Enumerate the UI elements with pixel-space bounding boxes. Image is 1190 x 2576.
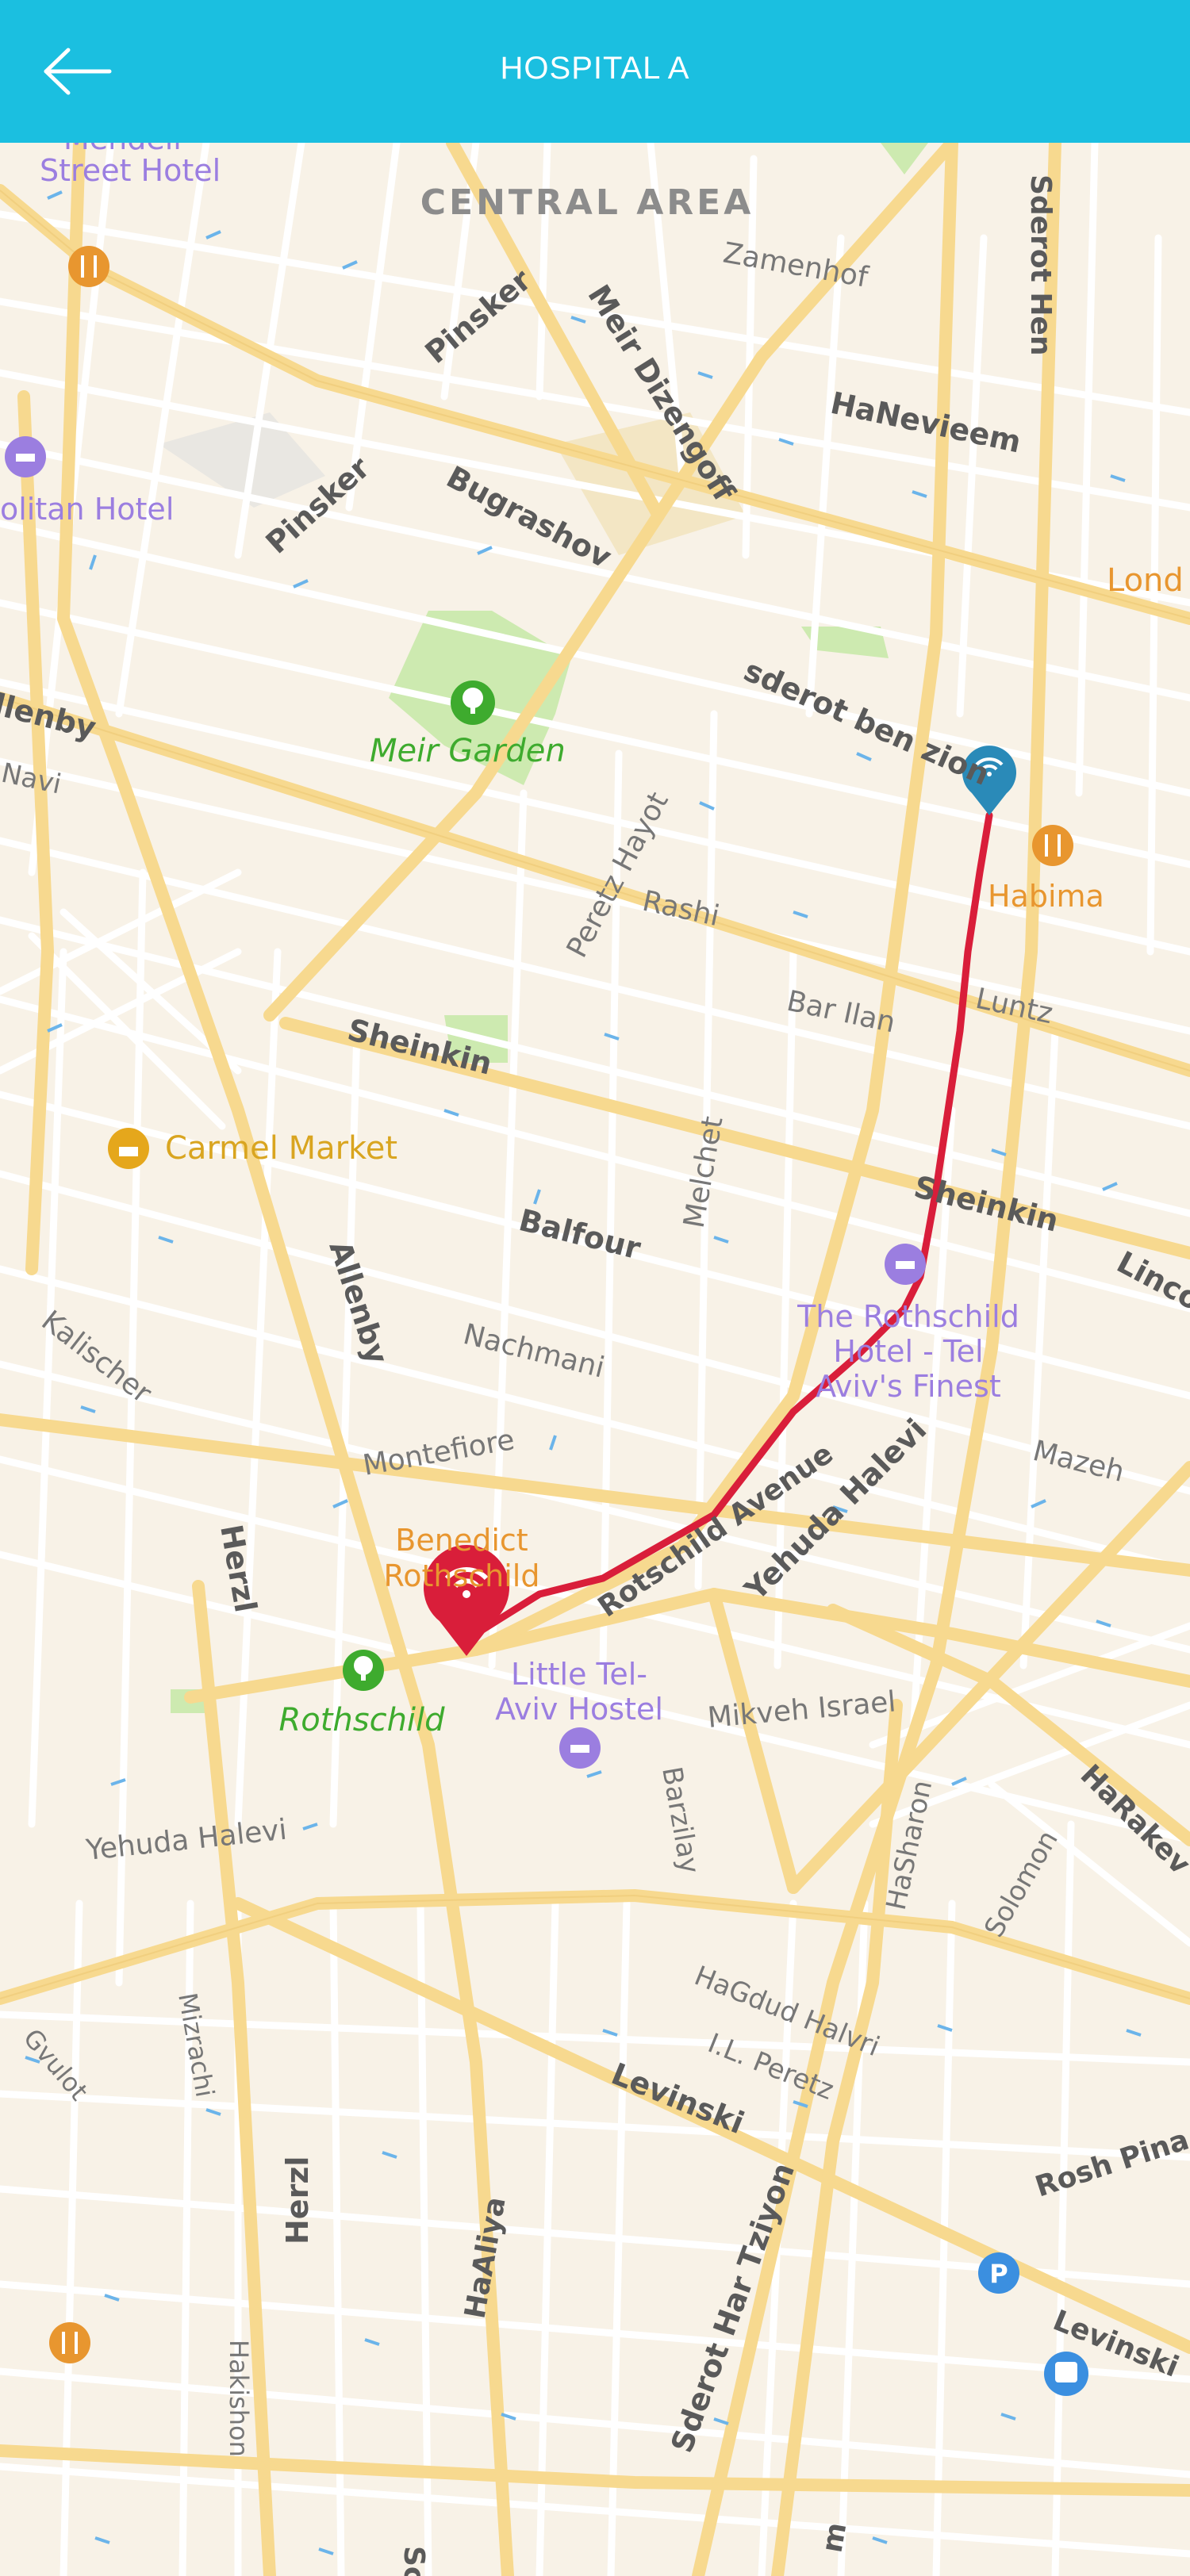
street-label: Sc [397,2546,430,2576]
area-label: CENTRAL AREA [420,182,754,223]
poi-label: Little Tel- [511,1657,647,1692]
bed-icon [559,1727,601,1769]
fork-knife-icon [49,2322,90,2363]
street-label: Sderot Hen [1024,174,1057,356]
app-header: HOSPITAL A [0,0,1190,143]
poi-label: Meir Garden [370,733,566,769]
page-title: HOSPITAL A [500,51,690,86]
poi-label: Benedict [395,1523,528,1558]
map-view[interactable]: P CENTRAL AREA Zamenhof Sderot Hen HaNev… [0,143,1190,2576]
map-canvas[interactable]: P CENTRAL AREA Zamenhof Sderot Hen HaNev… [0,143,1190,2576]
poi-label: Aviv Hostel [495,1692,663,1727]
poi-label: Habima [988,879,1104,914]
basket-icon [108,1128,149,1169]
poi-label: Aviv's Finest [816,1369,1000,1404]
poi-label: Rothschild [384,1558,540,1593]
bed-icon [5,436,46,477]
poi-label: Rothschild [278,1702,445,1738]
poi-label: Street Hotel [40,153,221,188]
parking-icon: P [978,2252,1019,2294]
poi-label: Hotel - Tel [833,1334,983,1369]
poi-label: olitan Hotel [0,492,174,527]
street-label: Hakishon [224,2340,254,2457]
street-label: m [816,2520,853,2555]
fork-knife-icon [1032,825,1073,866]
tree-icon [451,680,495,725]
poi-label: Lond [1107,562,1184,599]
tree-icon [343,1650,384,1691]
bus-icon [1044,2352,1088,2396]
poi-label: The Rothschild [797,1299,1019,1334]
street-label: Herzl [280,2156,315,2244]
bed-icon [885,1244,926,1285]
poi-label: Carmel Market [165,1130,397,1167]
svg-text:P: P [989,2259,1008,2289]
fork-knife-icon [68,246,109,287]
